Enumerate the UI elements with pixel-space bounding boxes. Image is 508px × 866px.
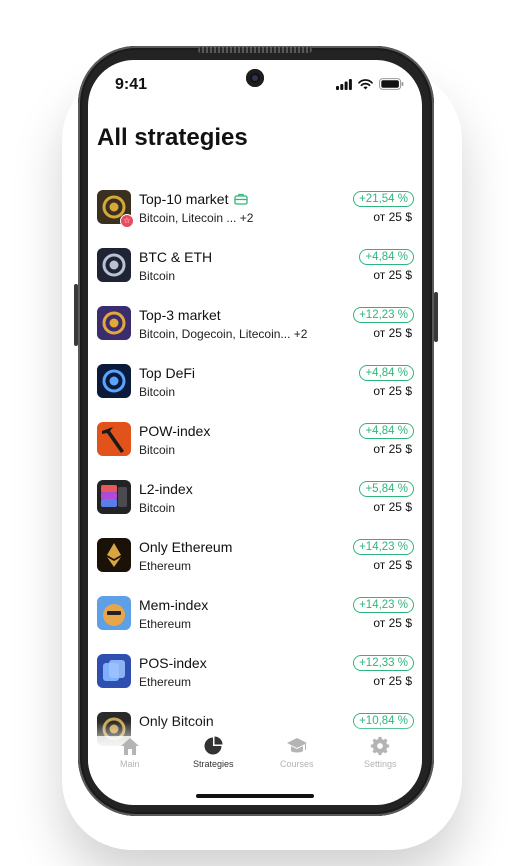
strategy-min-price: от 25 $ — [373, 442, 412, 456]
strategy-row[interactable]: Only Ethereum Ethereum +14,23 % от 25 $ — [88, 538, 422, 596]
strategy-coins: Ethereum — [139, 559, 192, 573]
strategy-change-badge: +4,84 % — [359, 423, 414, 439]
tab-courses[interactable]: Courses — [257, 736, 337, 784]
strategy-row[interactable]: Top DeFi Bitcoin +4,84 % от 25 $ — [88, 364, 422, 422]
strategy-min-price: от 25 $ — [373, 268, 412, 282]
tab-bar: Main Strategies Courses Settings — [88, 736, 422, 784]
strategy-thumbnail — [97, 596, 131, 630]
strategy-thumbnail — [97, 654, 131, 688]
strategy-name-text: POW-index — [139, 423, 211, 439]
phone-screen: 9:41 All strategies ☆ Top-10 market Bitc… — [88, 60, 422, 805]
wifi-icon — [358, 78, 373, 89]
strategy-name: Only Ethereum — [139, 539, 232, 555]
strategy-min-price: от 25 $ — [373, 500, 412, 514]
strategy-name: Top-10 market — [139, 191, 249, 207]
strategy-min-price: от 25 $ — [373, 616, 412, 630]
strategy-name: L2-index — [139, 481, 193, 497]
strategy-coins: Bitcoin, Litecoin ... +2 — [139, 211, 254, 225]
strategy-coins: Bitcoin, Dogecoin, Litecoin... +2 — [139, 327, 308, 341]
strategy-name-text: Top-3 market — [139, 307, 221, 323]
tab-label: Strategies — [192, 759, 234, 769]
strategy-min-price: от 25 $ — [373, 558, 412, 572]
strategy-name-text: L2-index — [139, 481, 193, 497]
pie-chart-icon — [204, 736, 223, 755]
status-icons — [336, 78, 404, 90]
strategy-thumbnail — [97, 306, 131, 340]
strategy-row[interactable]: Top-3 market Bitcoin, Dogecoin, Litecoin.… — [88, 306, 422, 364]
strategy-name-text: Top DeFi — [139, 365, 196, 381]
strategy-coins: Bitcoin — [139, 269, 176, 283]
strategy-change-badge: +14,23 % — [353, 539, 414, 555]
battery-icon — [379, 78, 404, 90]
tab-label: Main — [119, 759, 140, 769]
gear-icon — [371, 736, 390, 756]
strategy-min-price: от 25 $ — [373, 674, 412, 688]
strategy-name: BTC & ETH — [139, 249, 212, 265]
strategy-name-text: Only Ethereum — [139, 539, 233, 555]
strategy-change-badge: +12,23 % — [353, 307, 414, 323]
strategy-change-badge: +12,33 % — [353, 655, 414, 671]
strategy-min-price: от 25 $ — [373, 384, 412, 398]
front-camera — [246, 69, 264, 87]
strategy-name-text: Mem-index — [139, 597, 209, 613]
strategy-row[interactable]: POW-index Bitcoin +4,84 % от 25 $ — [88, 422, 422, 480]
strategy-name: Top-3 market — [139, 307, 221, 323]
strategy-name: POW-index — [139, 423, 210, 439]
strategy-thumbnail — [97, 538, 131, 572]
cellular-signal-icon — [336, 78, 352, 90]
strategy-change-badge: +14,23 % — [353, 597, 414, 613]
strategy-name-text: BTC & ETH — [139, 249, 213, 265]
home-icon — [120, 738, 139, 755]
strategy-change-badge: +4,84 % — [359, 249, 414, 265]
home-indicator[interactable] — [196, 794, 314, 798]
tab-strategies[interactable]: Strategies — [173, 736, 253, 784]
favorite-badge-icon: ☆ — [120, 214, 134, 228]
page-title: All strategies — [97, 124, 248, 151]
mockup-stage: 9:41 All strategies ☆ Top-10 market Bitc… — [0, 0, 508, 866]
strategy-change-badge: +5,84 % — [359, 481, 414, 497]
phone-side-button-right — [434, 292, 438, 342]
strategy-name: Top DeFi — [139, 365, 195, 381]
status-bar: 9:41 — [88, 60, 422, 108]
strategy-row[interactable]: BTC & ETH Bitcoin +4,84 % от 25 $ — [88, 248, 422, 306]
tab-main[interactable]: Main — [90, 736, 170, 784]
tab-settings[interactable]: Settings — [340, 736, 420, 784]
strategy-coins: Ethereum — [139, 617, 192, 631]
graduation-cap-icon — [286, 738, 307, 753]
strategy-min-price: от 25 $ — [373, 326, 412, 340]
strategy-name-text: POS-index — [139, 655, 207, 671]
strategy-name-text: Top-10 market — [139, 191, 229, 207]
strategy-change-badge: +4,84 % — [359, 365, 414, 381]
strategy-thumbnail — [97, 248, 131, 282]
strategy-name: POS-index — [139, 655, 207, 671]
status-time: 9:41 — [115, 76, 148, 93]
strategy-name: Mem-index — [139, 597, 208, 613]
strategy-coins: Bitcoin — [139, 443, 176, 457]
tab-label: Courses — [279, 759, 314, 769]
strategy-row[interactable]: POS-index Ethereum +12,33 % от 25 $ — [88, 654, 422, 712]
strategy-row[interactable]: L2-index Bitcoin +5,84 % от 25 $ — [88, 480, 422, 538]
strategy-row[interactable]: Mem-index Ethereum +14,23 % от 25 $ — [88, 596, 422, 654]
tab-label: Settings — [363, 759, 397, 769]
strategy-thumbnail — [97, 422, 131, 456]
phone-side-button-left — [74, 284, 78, 346]
strategy-change-badge: +21,54 % — [353, 191, 414, 207]
portfolio-briefcase-icon — [234, 193, 249, 205]
strategy-coins: Bitcoin — [139, 501, 176, 515]
strategy-thumbnail — [97, 480, 131, 514]
strategy-list: ☆ Top-10 market Bitcoin, Litecoin ... +2 +2… — [88, 190, 422, 770]
strategy-thumbnail — [97, 364, 131, 398]
strategy-coins: Ethereum — [139, 675, 192, 689]
strategy-min-price: от 25 $ — [373, 210, 412, 224]
speaker-grill — [198, 47, 312, 53]
strategy-coins: Bitcoin — [139, 385, 176, 399]
strategy-row[interactable]: ☆ Top-10 market Bitcoin, Litecoin ... +2 +2… — [88, 190, 422, 248]
